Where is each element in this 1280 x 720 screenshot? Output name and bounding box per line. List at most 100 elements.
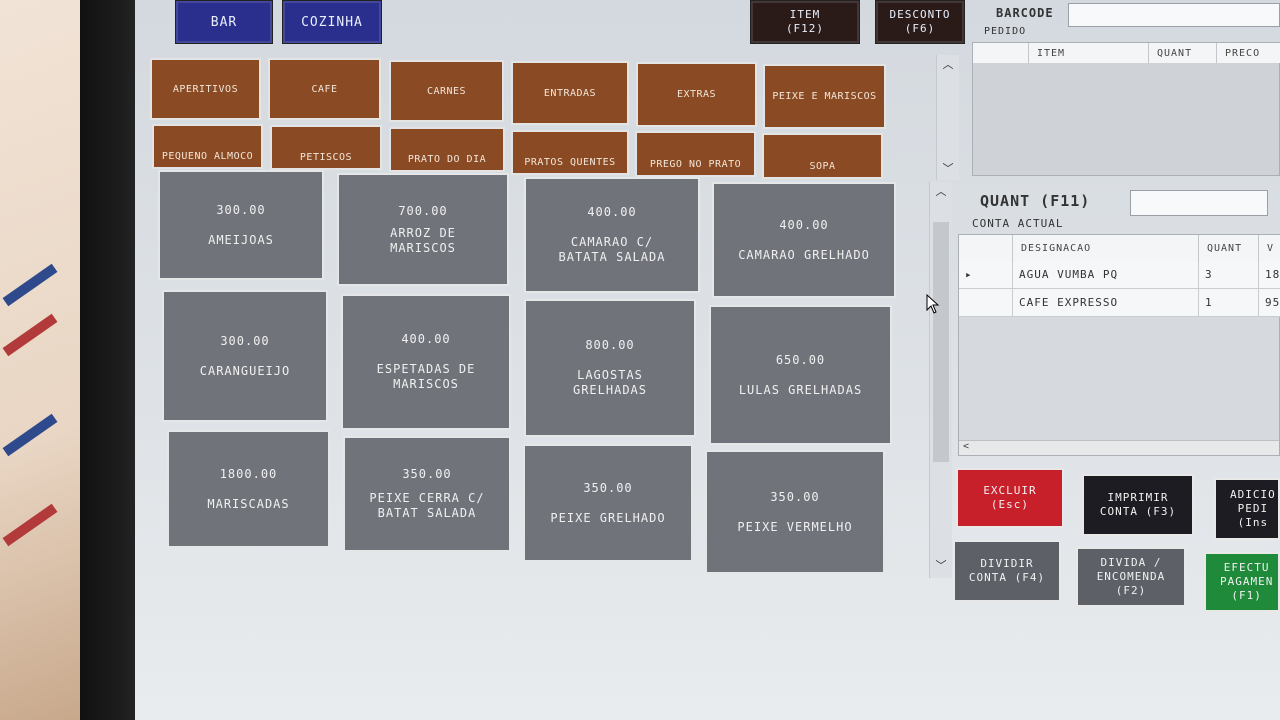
product-price: 400.00 [401, 332, 451, 346]
excluir-button-label: EXCLUIR (Esc) [983, 484, 1037, 511]
cozinha-button-label: COZINHA [301, 14, 363, 30]
conta-col-designacao: DESIGNACAO [1013, 235, 1199, 261]
cozinha-button[interactable]: COZINHA [282, 0, 382, 44]
product-name: LULAS GRELHADAS [738, 382, 863, 397]
adicionar-pedido-button-label: ADICIO PEDI (Ins [1230, 488, 1276, 529]
category-pequeno-almoco[interactable]: PEQUENO ALMOCO [152, 124, 263, 169]
chevron-down-icon[interactable]: ﹀ [932, 558, 950, 574]
category-extras[interactable]: EXTRAS [636, 62, 757, 127]
table-row[interactable]: CAFE EXPRESSO 1 95 [959, 289, 1280, 317]
dividir-conta-button[interactable]: DIVIDIR CONTA (F4) [953, 540, 1061, 602]
category-scrollbar[interactable]: ︿ ﹀ [936, 55, 959, 180]
shirt-stripe [2, 503, 58, 547]
product-scrollbar[interactable]: ︿ ﹀ [929, 182, 952, 578]
imprimir-conta-button-label: IMPRIMIR CONTA (F3) [1099, 491, 1177, 518]
chevron-down-icon[interactable]: ﹀ [939, 161, 957, 177]
pedido-grid[interactable]: ITEM QUANT PRECO [972, 42, 1280, 176]
product-tile[interactable]: 300.00 CARANGUEIJO [162, 290, 328, 422]
product-tile[interactable]: 1800.00 MARISCADAS [167, 430, 330, 548]
product-tile[interactable]: 400.00 CAMARAO GRELHADO [712, 182, 896, 298]
quant-input[interactable] [1130, 190, 1268, 216]
product-price: 300.00 [216, 202, 266, 217]
row-quant: 3 [1199, 261, 1259, 289]
dividir-conta-button-label: DIVIDIR CONTA (F4) [968, 557, 1046, 584]
product-tile[interactable]: 350.00 PEIXE VERMELHO [705, 450, 885, 574]
product-tile[interactable]: 700.00 ARROZ DE MARISCOS [337, 173, 509, 286]
product-name: CARANGUEIJO [199, 363, 291, 378]
conta-actual-label: CONTA ACTUAL [972, 217, 1064, 230]
row-quant: 1 [1199, 289, 1259, 317]
barcode-label: BARCODE [996, 6, 1054, 20]
pedido-col-preco: PRECO [1217, 43, 1280, 63]
product-price: 1800.00 [219, 466, 278, 481]
horizontal-scrollbar[interactable]: < [959, 440, 1279, 455]
product-name: MARISCADAS [207, 496, 290, 511]
product-name: ARROZ DE MARISCOS [390, 225, 456, 255]
barcode-input[interactable] [1068, 3, 1280, 27]
product-tile[interactable]: 350.00 PEIXE CERRA C/ BATAT SALADA [343, 436, 511, 552]
item-button[interactable]: ITEM (F12) [750, 0, 860, 44]
conta-actual-grid[interactable]: DESIGNACAO QUANT V ▸ AGUA VUMBA PQ 3 18 … [958, 234, 1280, 456]
row-designacao: AGUA VUMBA PQ [1013, 261, 1199, 289]
pedido-label: PEDIDO [984, 26, 1027, 37]
row-selected-marker: ▸ [959, 261, 1013, 289]
chevron-left-icon[interactable]: < [963, 441, 969, 452]
mouse-cursor-icon [926, 294, 940, 314]
category-aperitivos[interactable]: APERITIVOS [150, 58, 261, 120]
product-price: 350.00 [402, 467, 452, 481]
product-name: PEIXE CERRA C/ BATAT SALADA [369, 491, 485, 520]
product-tile[interactable]: 400.00 CAMARAO C/ BATATA SALADA [524, 177, 700, 293]
category-prato-do-dia[interactable]: PRATO DO DIA [389, 127, 505, 172]
efectuar-pagamento-button-label: EFECTU PAGAMEN (F1) [1220, 561, 1274, 602]
desconto-button[interactable]: DESCONTO (F6) [875, 0, 965, 44]
product-tile[interactable]: 300.00 AMEIJOAS [158, 170, 324, 280]
shirt-stripe [2, 263, 58, 307]
conta-col-quant: QUANT [1199, 235, 1259, 261]
product-price: 400.00 [587, 205, 637, 219]
efectuar-pagamento-button[interactable]: EFECTU PAGAMEN (F1) [1204, 552, 1280, 612]
conta-col-valor: V [1259, 235, 1280, 261]
adicionar-pedido-button[interactable]: ADICIO PEDI (Ins [1214, 478, 1280, 540]
category-cafe[interactable]: CAFE [268, 58, 381, 120]
product-name: CAMARAO GRELHADO [738, 247, 870, 262]
product-tile[interactable]: 400.00 ESPETADAS DE MARISCOS [341, 294, 511, 430]
shirt-stripe [2, 413, 58, 457]
bar-button-label: BAR [210, 14, 238, 30]
pedido-col-blank [973, 43, 1029, 63]
shirt-stripe [2, 313, 58, 357]
quant-label: QUANT (F11) [980, 192, 1091, 210]
product-tile[interactable]: 650.00 LULAS GRELHADAS [709, 305, 892, 445]
chevron-up-icon[interactable]: ︿ [932, 184, 950, 200]
pedido-col-item: ITEM [1029, 43, 1149, 63]
product-name: LAGOSTAS GRELHADAS [572, 368, 648, 397]
product-price: 300.00 [220, 333, 270, 348]
category-sopa[interactable]: SOPA [762, 133, 883, 179]
bar-button[interactable]: BAR [175, 0, 273, 44]
category-carnes[interactable]: CARNES [389, 60, 504, 122]
category-entradas[interactable]: ENTRADAS [511, 61, 629, 125]
category-peixe-e-mariscos[interactable]: PEIXE E MARISCOS [763, 64, 886, 129]
chevron-up-icon[interactable]: ︿ [939, 57, 957, 73]
product-price: 350.00 [770, 489, 820, 504]
product-name: ESPETADAS DE MARISCOS [376, 362, 476, 391]
product-price: 400.00 [779, 217, 829, 232]
product-price: 800.00 [585, 338, 635, 352]
excluir-button[interactable]: EXCLUIR (Esc) [956, 468, 1064, 528]
divida-encomenda-button[interactable]: DIVIDA / ENCOMENDA (F2) [1076, 547, 1186, 607]
scrollbar-thumb[interactable] [933, 222, 949, 462]
product-name: CAMARAO C/ BATATA SALADA [558, 235, 666, 264]
row-valor: 18 [1259, 261, 1280, 289]
row-marker [959, 289, 1013, 317]
row-valor: 95 [1259, 289, 1280, 317]
product-tile[interactable]: 800.00 LAGOSTAS GRELHADAS [524, 299, 696, 437]
category-petiscos[interactable]: PETISCOS [270, 125, 382, 170]
product-tile[interactable]: 350.00 PEIXE GRELHADO [523, 444, 693, 562]
divida-encomenda-button-label: DIVIDA / ENCOMENDA (F2) [1096, 556, 1166, 597]
desconto-button-label: DESCONTO (F6) [889, 8, 951, 35]
imprimir-conta-button[interactable]: IMPRIMIR CONTA (F3) [1082, 474, 1194, 536]
product-price: 700.00 [398, 203, 448, 218]
product-name: PEIXE GRELHADO [550, 510, 666, 525]
category-prego-no-prato[interactable]: PREGO NO PRATO [635, 131, 756, 177]
category-pratos-quentes[interactable]: PRATOS QUENTES [511, 130, 629, 175]
table-row[interactable]: ▸ AGUA VUMBA PQ 3 18 [959, 261, 1280, 289]
